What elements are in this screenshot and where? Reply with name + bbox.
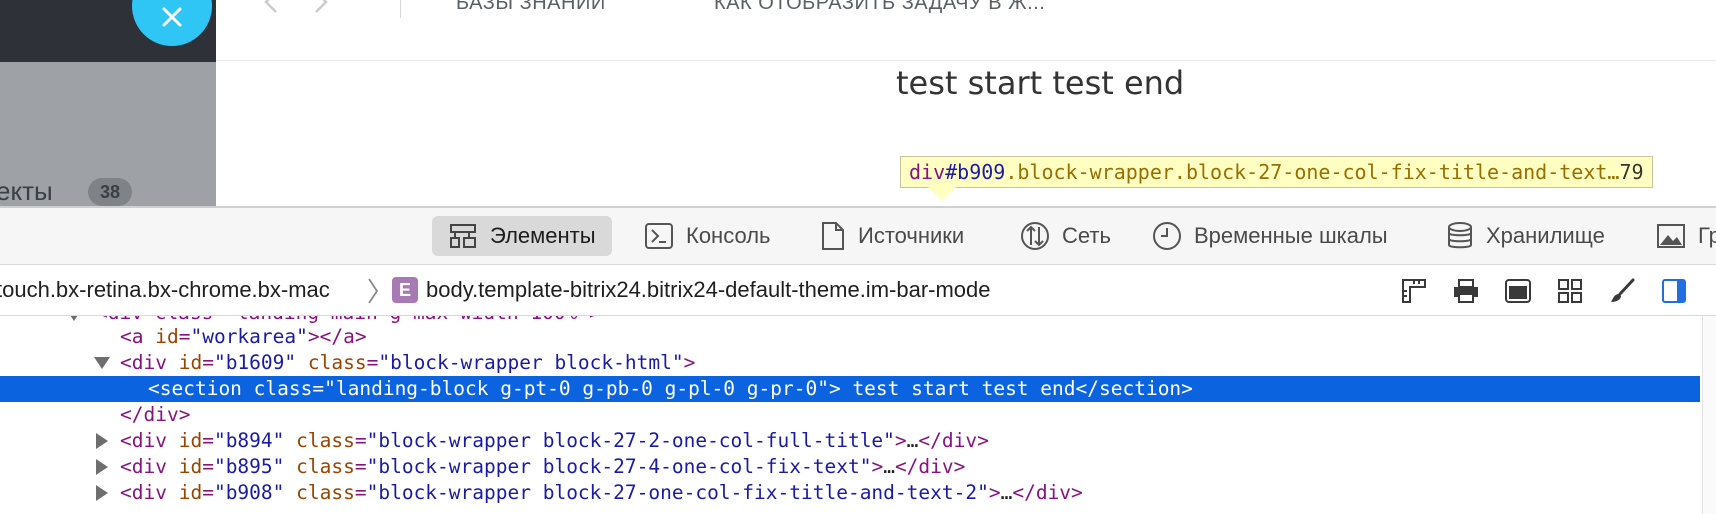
nav-divider	[400, 0, 401, 18]
elements-icon	[450, 224, 476, 248]
dom-path-body[interactable]: body.template-bitrix24.bitrix24-default-…	[426, 265, 991, 315]
tab-storage[interactable]: Хранилище	[1430, 216, 1621, 256]
breadcrumb-article[interactable]: КАК ОТОБРАЗИТЬ ЗАДАЧУ В Ж...	[714, 0, 1045, 15]
dom-node-row[interactable]: <a id="workarea"></a>	[0, 324, 1700, 350]
grid-overlay-icon[interactable]	[1556, 277, 1584, 305]
timelines-icon	[1153, 222, 1181, 250]
dom-tree: <div class="landing-main g-max-width-100…	[0, 316, 1716, 514]
tab-graphics[interactable]: Гр	[1640, 216, 1716, 256]
dom-node-text: </div>	[120, 403, 191, 426]
tab-label: Консоль	[686, 223, 771, 248]
print-icon[interactable]	[1452, 277, 1480, 305]
network-icon	[1021, 222, 1049, 250]
tab-label: Сеть	[1062, 223, 1111, 248]
tooltip-id: #b909	[945, 160, 1006, 184]
collapse-triangle-icon[interactable]	[96, 485, 108, 501]
tab-sources[interactable]: Источники	[804, 216, 980, 256]
dom-node-row-selected[interactable]: <section class="landing-block g-pt-0 g-p…	[0, 376, 1700, 402]
tab-console[interactable]: Консоль	[628, 216, 787, 256]
composited-layers-icon[interactable]	[1504, 277, 1532, 305]
dom-node-row[interactable]: <div id="b1609" class="block-wrapper blo…	[0, 350, 1700, 376]
tab-label: Элементы	[490, 223, 596, 248]
vertical-scrollbar[interactable]	[1702, 316, 1716, 514]
close-icon	[162, 7, 182, 27]
dom-node-row[interactable]: <div id="b895" class="block-wrapper bloc…	[0, 454, 1700, 480]
graphics-icon	[1657, 224, 1685, 248]
dom-node-row[interactable]: </div>	[0, 402, 1700, 428]
element-badge-icon: E	[392, 277, 418, 303]
breadcrumb-knowledge-bases[interactable]: БАЗЫ ЗНАНИЙ	[456, 0, 606, 15]
forward-arrow-icon[interactable]	[308, 0, 332, 14]
collapse-triangle-icon[interactable]	[96, 459, 108, 475]
tab-label: Хранилище	[1486, 223, 1605, 248]
paint-brush-icon[interactable]	[1608, 277, 1636, 305]
dom-node-content: <div id="b895" class="block-wrapper bloc…	[120, 455, 966, 478]
tooltip-classes: .block-wrapper.block-27-one-col-fix-titl…	[1005, 160, 1620, 184]
dom-node-content: <div id="b908" class="block-wrapper bloc…	[120, 481, 1083, 504]
dom-node-content: <div id="b1609" class="block-wrapper blo…	[120, 351, 696, 374]
navigation-bar: БАЗЫ ЗНАНИЙ КАК ОТОБРАЗИТЬ ЗАДАЧУ В Ж...	[216, 0, 1716, 61]
console-icon	[645, 223, 673, 249]
storage-icon	[1448, 222, 1472, 249]
dom-node-content: <section class="landing-block g-pt-0 g-p…	[148, 377, 1193, 400]
sidebar-toggle-icon[interactable]	[1660, 277, 1688, 305]
rulers-icon[interactable]	[1400, 277, 1428, 305]
tab-label: Временные шкалы	[1194, 223, 1388, 248]
expand-triangle-icon[interactable]	[94, 357, 110, 369]
devtools-tab-bar: Элементы Консоль Источники Сеть Временны…	[0, 208, 1716, 265]
tab-network[interactable]: Сеть	[1004, 216, 1127, 256]
dom-node-row[interactable]: <div id="b894" class="block-wrapper bloc…	[0, 428, 1700, 454]
devtools-panel: Элементы Консоль Источники Сеть Временны…	[0, 206, 1716, 514]
sources-icon	[822, 222, 844, 250]
tooltip-dimensions: 79	[1619, 160, 1644, 184]
tab-timelines[interactable]: Временные шкалы	[1136, 216, 1404, 256]
tooltip-pointer	[928, 187, 956, 201]
dom-path-bar: touch.bx-retina.bx-chrome.bx-mac E body.…	[0, 265, 1716, 316]
back-arrow-icon[interactable]	[260, 0, 284, 14]
tooltip-tag: div	[909, 160, 946, 184]
expand-triangle-icon[interactable]	[66, 316, 82, 321]
tab-label: Источники	[858, 223, 965, 248]
dom-node-content: <a id="workarea"></a>	[120, 325, 367, 348]
collapse-triangle-icon[interactable]	[96, 433, 108, 449]
sidebar-count-badge: 38	[88, 178, 132, 206]
tab-elements[interactable]: Элементы	[432, 216, 612, 256]
sidebar-item-label[interactable]: екты	[0, 176, 53, 206]
dom-path-html[interactable]: touch.bx-retina.bx-chrome.bx-mac	[0, 265, 330, 315]
page-content-text: test start test end	[896, 64, 1185, 102]
element-inspect-tooltip: div#b909.block-wrapper.block-27-one-col-…	[900, 156, 1653, 188]
inspected-page: екты 38 БАЗЫ ЗНАНИЙ КАК ОТОБРАЗИТЬ ЗАДАЧ…	[0, 0, 1716, 206]
dom-node-row[interactable]: <div id="b908" class="block-wrapper bloc…	[0, 480, 1700, 506]
tab-label: Гр	[1698, 223, 1716, 248]
chevron-right-icon	[368, 278, 379, 304]
dom-node-content: <div id="b894" class="block-wrapper bloc…	[120, 429, 989, 452]
